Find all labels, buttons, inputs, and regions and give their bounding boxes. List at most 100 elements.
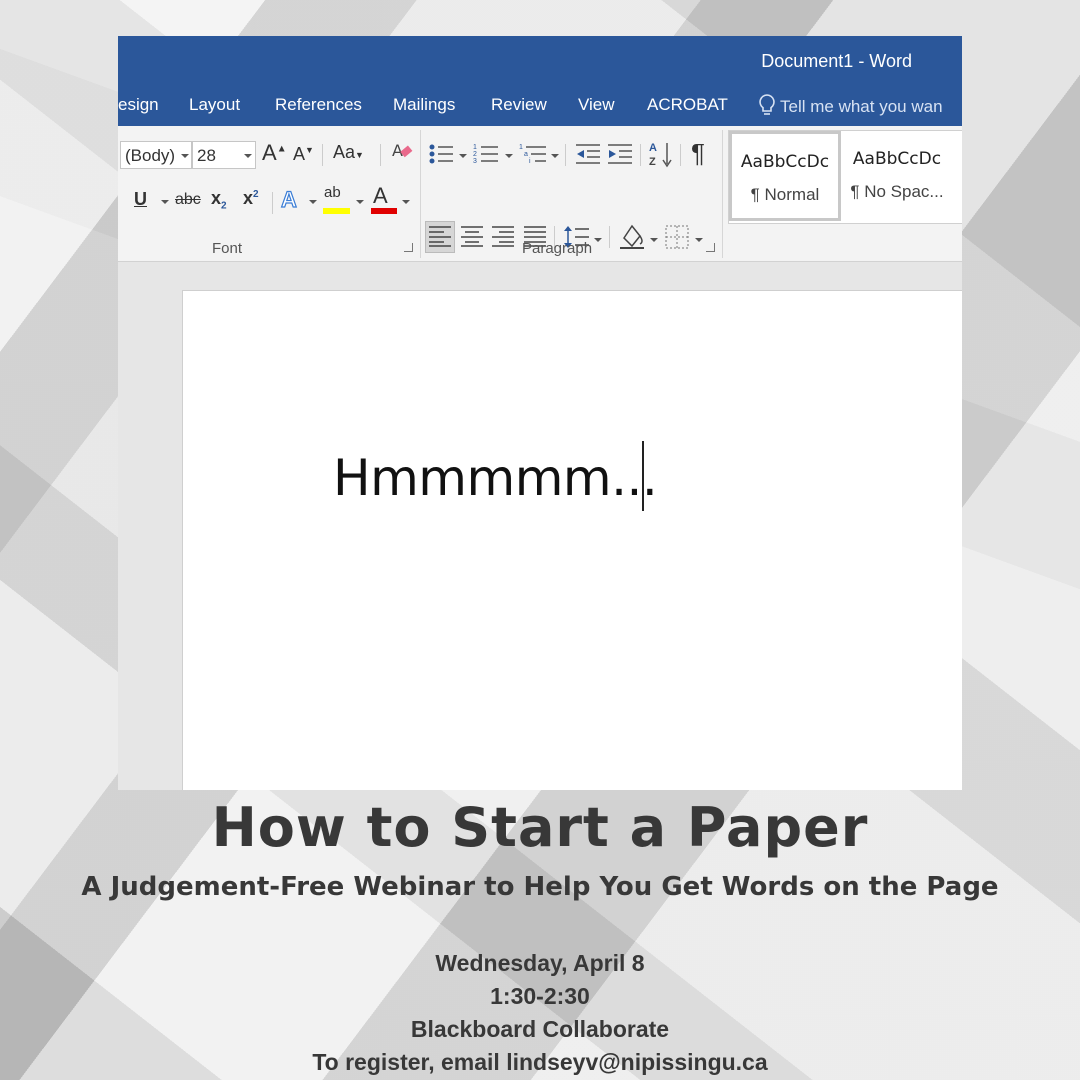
event-time: 1:30-2:30	[490, 983, 590, 1009]
underline-button[interactable]: U	[134, 189, 147, 210]
lightbulb-icon	[759, 94, 775, 115]
svg-text:Z: Z	[649, 156, 656, 168]
highlight-color-swatch	[323, 208, 350, 214]
align-left-icon[interactable]	[428, 225, 452, 247]
svg-text:3: 3	[473, 158, 477, 165]
shading-icon[interactable]	[618, 222, 646, 250]
svg-text:a: a	[524, 151, 528, 158]
superscript-mark: 2	[253, 189, 259, 200]
svg-text:1: 1	[473, 144, 477, 151]
styles-gallery: AaBbCcDc ¶ Normal AaBbCcDc ¶ No Spac...	[728, 130, 962, 224]
divider	[565, 144, 566, 166]
svg-text:A: A	[649, 142, 657, 154]
divider	[322, 144, 323, 166]
text-cursor	[642, 441, 644, 511]
numbering-dropdown-icon[interactable]	[505, 154, 513, 158]
tab-layout[interactable]: Layout	[189, 95, 240, 115]
tab-references[interactable]: References	[275, 95, 362, 115]
svg-text:i: i	[529, 158, 531, 165]
tab-review[interactable]: Review	[491, 95, 547, 115]
change-case-label: Aa	[333, 142, 356, 162]
group-divider	[420, 130, 421, 258]
divider	[272, 192, 273, 214]
decrease-indent-icon[interactable]	[575, 142, 601, 166]
divider	[680, 144, 681, 166]
underline-dropdown-icon[interactable]	[161, 200, 169, 204]
font-color-button[interactable]: A	[373, 183, 388, 209]
align-center-icon[interactable]	[460, 225, 484, 247]
numbering-icon[interactable]: 123	[473, 142, 499, 166]
divider	[640, 144, 641, 166]
borders-icon[interactable]	[664, 224, 690, 250]
event-date: Wednesday, April 8	[435, 950, 645, 976]
word-window: Document1 - Word esign Layout References…	[118, 36, 962, 790]
svg-text:1: 1	[519, 144, 523, 151]
multilevel-list-icon[interactable]: 1ai	[519, 142, 547, 166]
font-color-dropdown-icon[interactable]	[402, 200, 410, 204]
document-title: Document1 - Word	[761, 51, 912, 71]
poster-headline: How to Start a Paper	[211, 796, 869, 859]
shrink-font-icon[interactable]: A▼	[293, 144, 314, 165]
paragraph-group-label: Paragraph	[522, 240, 593, 257]
title-bar: Document1 - Word esign Layout References…	[118, 36, 962, 126]
multilevel-dropdown-icon[interactable]	[551, 154, 559, 158]
bullets-dropdown-icon[interactable]	[459, 154, 467, 158]
style-no-spacing-sample: AaBbCcDc	[852, 149, 942, 169]
font-size-dropdown-icon[interactable]	[244, 154, 252, 158]
group-divider	[722, 130, 723, 258]
bullets-icon[interactable]	[428, 142, 454, 166]
tell-me-text: Tell me what you wan	[780, 97, 943, 116]
style-no-spacing[interactable]: AaBbCcDc ¶ No Spac...	[841, 131, 953, 221]
tell-me-box[interactable]: Tell me what you wan	[758, 94, 943, 117]
divider	[609, 226, 610, 248]
font-group-label: Font	[212, 240, 243, 257]
align-right-icon[interactable]	[491, 225, 515, 247]
tab-mailings[interactable]: Mailings	[393, 95, 455, 115]
poster-subheadline: A Judgement-Free Webinar to Help You Get…	[81, 872, 999, 902]
grow-font-icon[interactable]: A▲	[262, 140, 287, 166]
style-normal[interactable]: AaBbCcDc ¶ Normal	[729, 131, 841, 221]
tab-design[interactable]: esign	[118, 95, 159, 115]
document-body-text[interactable]: Hmmmmm...	[333, 449, 658, 507]
svg-text:A: A	[392, 141, 403, 160]
font-color-swatch	[371, 208, 397, 214]
style-no-spacing-name: ¶ No Spac...	[850, 182, 944, 201]
increase-indent-icon[interactable]	[607, 142, 633, 166]
registration-info: To register, email lindseyv@nipissingu.c…	[312, 1049, 768, 1075]
text-effects-dropdown-icon[interactable]	[309, 200, 317, 204]
event-platform: Blackboard Collaborate	[410, 1016, 670, 1042]
subscript-button[interactable]: x2	[211, 188, 227, 212]
font-color-label: A	[373, 183, 388, 208]
superscript-button[interactable]: x2	[243, 188, 259, 209]
tab-view[interactable]: View	[578, 95, 615, 115]
subscript-mark: 2	[221, 200, 227, 212]
highlight-dropdown-icon[interactable]	[356, 200, 364, 204]
ribbon: (Body) 28 A▲ A▼ Aa▼ A U abc x2 x2 A ab A…	[118, 126, 962, 262]
strikethrough-button[interactable]: abc	[175, 191, 201, 209]
style-normal-sample: AaBbCcDc	[740, 152, 830, 172]
font-size-value: 28	[197, 146, 216, 165]
shading-dropdown-icon[interactable]	[650, 238, 658, 242]
divider	[380, 144, 381, 166]
subscript-label: x	[211, 188, 222, 208]
pilcrow-label: ¶	[691, 138, 705, 168]
show-formatting-marks-icon[interactable]: ¶	[691, 138, 705, 169]
highlight-button[interactable]: ab	[324, 184, 341, 201]
highlight-label: ab	[324, 184, 341, 201]
tab-acrobat[interactable]: ACROBAT	[647, 95, 728, 115]
document-page[interactable]: Hmmmmm...	[182, 290, 962, 790]
paragraph-dialog-launcher-icon[interactable]	[706, 243, 715, 252]
text-effects-button[interactable]: A	[280, 186, 297, 213]
font-dialog-launcher-icon[interactable]	[404, 243, 413, 252]
sort-icon[interactable]: AZ	[649, 140, 673, 168]
text-effects-label: A	[280, 186, 297, 212]
svg-text:2: 2	[473, 151, 477, 158]
change-case-button[interactable]: Aa▼	[333, 142, 364, 163]
line-spacing-dropdown-icon[interactable]	[594, 238, 602, 242]
clear-formatting-icon[interactable]: A	[390, 138, 414, 169]
font-name-value: (Body)	[125, 146, 176, 165]
superscript-label: x	[243, 188, 254, 208]
borders-dropdown-icon[interactable]	[695, 238, 703, 242]
style-normal-name: ¶ Normal	[750, 185, 820, 204]
font-name-dropdown-icon[interactable]	[181, 154, 189, 158]
